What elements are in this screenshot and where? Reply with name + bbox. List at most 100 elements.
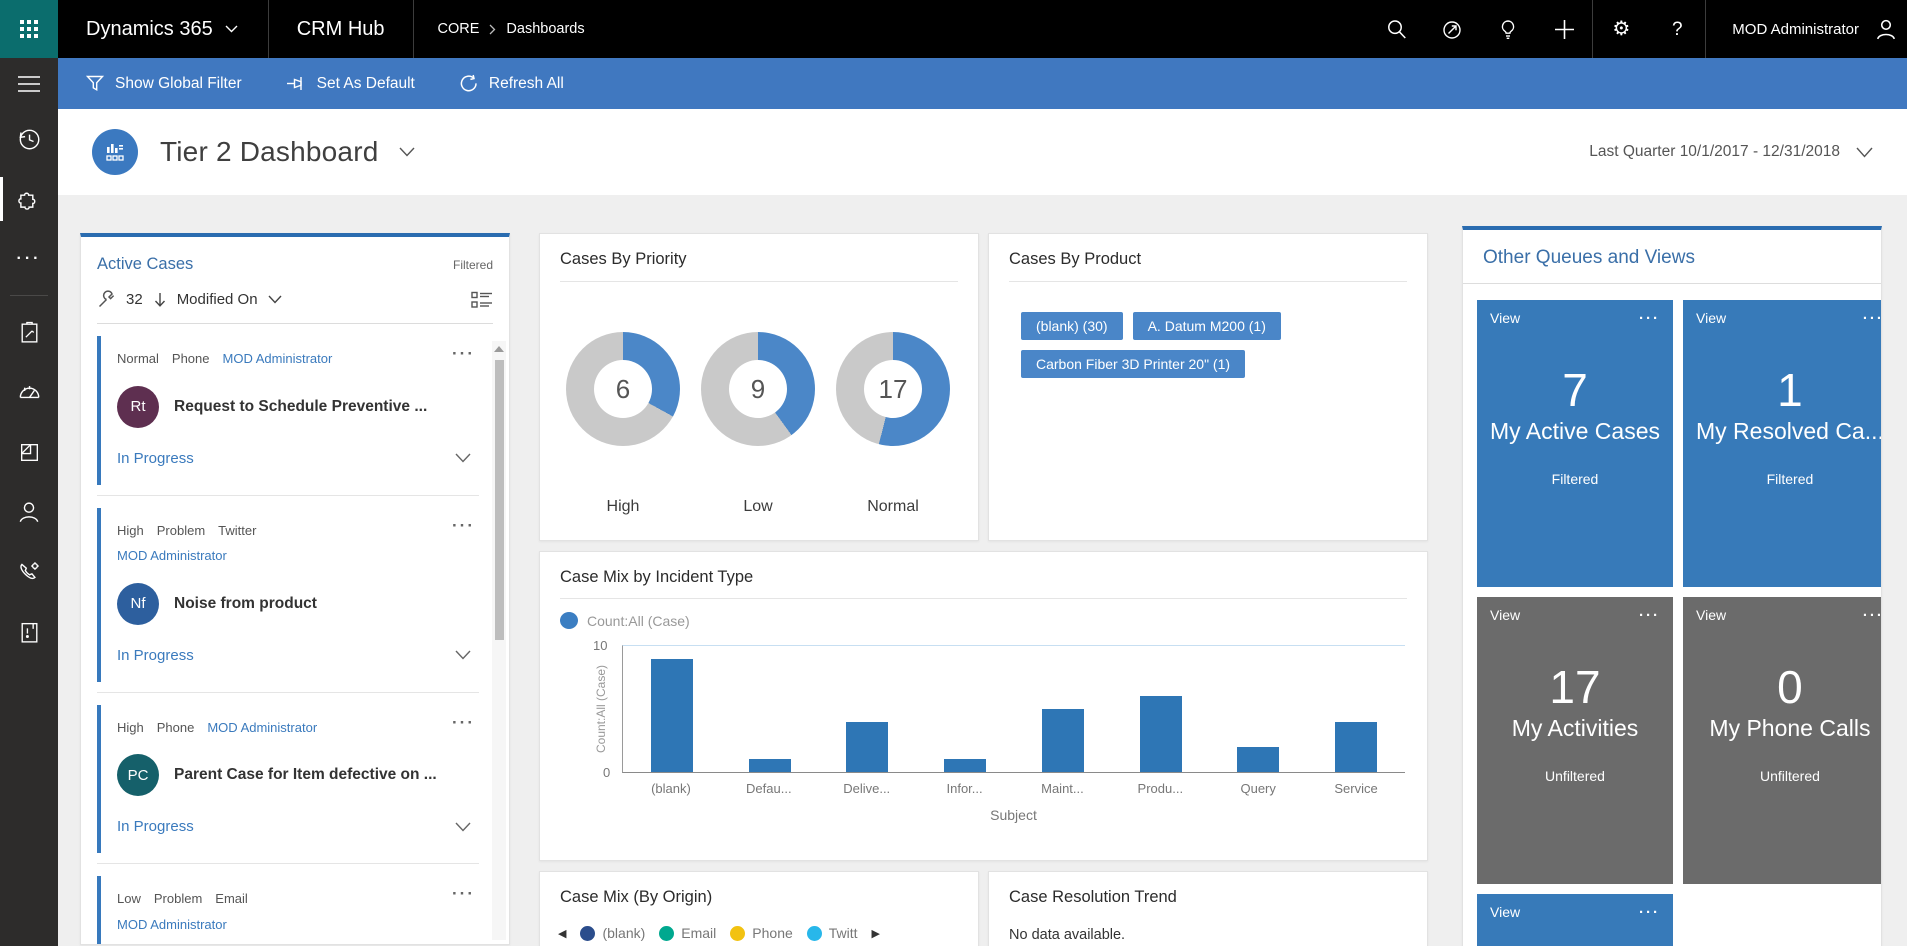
bar-Maint...[interactable]: [1042, 709, 1084, 772]
filter-icon: [86, 75, 104, 92]
time-range-filter[interactable]: Last Quarter 10/1/2017 - 12/31/2018: [1589, 143, 1873, 161]
donut-low[interactable]: 9: [701, 332, 815, 446]
card-view-icon[interactable]: [471, 291, 493, 309]
refresh-all-button[interactable]: Refresh All: [459, 74, 564, 93]
help-icon[interactable]: ?: [1649, 0, 1705, 58]
add-icon[interactable]: [1536, 0, 1592, 58]
scroll-up-arrow[interactable]: [494, 346, 504, 352]
tile-more-button[interactable]: ···: [1863, 607, 1882, 624]
dashboards-gauge-icon: [16, 379, 42, 405]
case-card[interactable]: High Phone MOD Administrator ··· PC Pare…: [97, 705, 479, 854]
expand-chevron-icon[interactable]: [455, 453, 471, 463]
status-badge: In Progress: [117, 818, 194, 835]
tile-more-button[interactable]: ···: [1863, 310, 1882, 327]
owner-link[interactable]: MOD Administrator: [223, 350, 333, 368]
guided-help-icon[interactable]: [1424, 0, 1480, 58]
status-badge: In Progress: [117, 647, 194, 664]
sidebar-item-pinned[interactable]: [0, 169, 58, 229]
legend-scroll-right-icon[interactable]: ▶: [872, 927, 880, 940]
tile-kind: View: [1490, 310, 1520, 327]
sidebar-item-service-calls[interactable]: [0, 542, 58, 602]
bar-slot: [1014, 646, 1112, 772]
panel-title: Cases By Priority: [560, 250, 687, 268]
sidebar-item-activities[interactable]: [0, 302, 58, 362]
cases-by-product-panel: Cases By Product (blank) (30) A. Datum M…: [988, 233, 1428, 541]
channel-tag: Twitter: [218, 522, 256, 540]
tile-more-button[interactable]: ···: [1639, 904, 1660, 921]
panel-title: Cases By Product: [1009, 250, 1141, 268]
card-more-button[interactable]: ···: [452, 516, 475, 536]
bar-Defau...[interactable]: [749, 759, 791, 772]
app-switcher[interactable]: Dynamics 365: [58, 0, 268, 58]
tile-my-active-cases[interactable]: View··· 7 My Active Cases Filtered: [1477, 300, 1673, 587]
owner-link[interactable]: MOD Administrator: [117, 547, 227, 565]
sort-descending-icon[interactable]: [153, 292, 167, 308]
sidebar-item-cases[interactable]: [0, 602, 58, 662]
donut-normal[interactable]: 17: [836, 332, 950, 446]
case-card[interactable]: Low Problem Email MOD Administrator ···: [97, 876, 479, 945]
sort-field-label[interactable]: Modified On: [177, 291, 258, 308]
card-more-button[interactable]: ···: [452, 713, 475, 733]
tile-my-activities[interactable]: View··· 17 My Activities Unfiltered: [1477, 597, 1673, 884]
chart-legend: Count:All (Case): [560, 612, 1427, 629]
breadcrumb-area[interactable]: CORE: [438, 21, 480, 37]
card-more-button[interactable]: ···: [452, 344, 475, 364]
x-tick-label: (blank): [622, 781, 720, 796]
breadcrumb-page[interactable]: Dashboards: [506, 21, 584, 37]
tile-my-resolved-cases[interactable]: View··· 1 My Resolved Ca... Filtered: [1683, 300, 1882, 587]
donut-high[interactable]: 6: [566, 332, 680, 446]
sidebar-item-dashboards[interactable]: [0, 362, 58, 422]
expand-chevron-icon[interactable]: [455, 822, 471, 832]
show-global-filter-button[interactable]: Show Global Filter: [86, 75, 242, 93]
top-nav-bar: Dynamics 365 CRM Hub CORE Dashboards ⚙ ?…: [0, 0, 1907, 58]
tile-more-button[interactable]: ···: [1639, 607, 1660, 624]
case-card[interactable]: High Problem Twitter MOD Administrator ·…: [97, 508, 479, 682]
product-tag[interactable]: Carbon Fiber 3D Printer 20" (1): [1021, 350, 1245, 378]
scrollbar[interactable]: [492, 341, 506, 940]
bar-Service[interactable]: [1335, 722, 1377, 772]
bar-Produ...[interactable]: [1140, 696, 1182, 772]
chevron-down-icon: [1856, 147, 1873, 158]
tile-more-button[interactable]: ···: [1639, 310, 1660, 327]
tile-name: My Resolved Ca...: [1696, 418, 1882, 445]
search-icon[interactable]: [1368, 0, 1424, 58]
bar-(blank)[interactable]: [651, 659, 693, 772]
sidebar-item-contacts[interactable]: [0, 482, 58, 542]
tile-my-phone-calls[interactable]: View··· 0 My Phone Calls Unfiltered: [1683, 597, 1882, 884]
owner-link[interactable]: MOD Administrator: [117, 916, 227, 934]
product-tag[interactable]: A. Datum M200 (1): [1133, 312, 1281, 340]
pin-icon: [286, 75, 306, 92]
legend-label: Count:All (Case): [587, 613, 690, 629]
set-as-default-button[interactable]: Set As Default: [286, 75, 415, 93]
bar-Query[interactable]: [1237, 747, 1279, 772]
filter-status-label: Filtered: [453, 258, 493, 272]
sidebar-item-recent[interactable]: [0, 109, 58, 169]
wrench-icon[interactable]: [97, 290, 116, 309]
settings-gear-icon[interactable]: ⚙: [1593, 0, 1649, 58]
expand-chevron-icon[interactable]: [455, 650, 471, 660]
case-card[interactable]: Normal Phone MOD Administrator ··· Rt Re…: [97, 336, 479, 485]
owner-link[interactable]: MOD Administrator: [207, 719, 317, 737]
user-menu[interactable]: MOD Administrator: [1706, 0, 1907, 58]
y-tick-label: 0: [603, 765, 610, 780]
waffle-icon[interactable]: [0, 0, 58, 58]
bar-Infor...[interactable]: [944, 759, 986, 772]
scrollbar-thumb[interactable]: [495, 360, 504, 640]
hub-name[interactable]: CRM Hub: [269, 0, 413, 58]
bar-Delive...[interactable]: [846, 722, 888, 772]
divider: [97, 323, 493, 324]
dashboard-selector-chevron[interactable]: [399, 147, 415, 157]
tile-partial[interactable]: View···: [1477, 894, 1673, 946]
lightbulb-icon[interactable]: [1480, 0, 1536, 58]
avatar: Nf: [117, 583, 159, 625]
card-more-button[interactable]: ···: [452, 884, 475, 904]
hamburger-menu-icon[interactable]: [0, 58, 58, 109]
sidebar-item-queues[interactable]: [0, 422, 58, 482]
legend-item: Twitt: [807, 925, 858, 941]
chevron-down-icon[interactable]: [268, 295, 282, 304]
queues-folder-icon: [17, 440, 42, 465]
legend-scroll-left-icon[interactable]: ◀: [558, 927, 566, 940]
product-tag[interactable]: (blank) (30): [1021, 312, 1123, 340]
panel-title: Case Resolution Trend: [1009, 888, 1177, 906]
sidebar-item-more[interactable]: ···: [0, 229, 58, 289]
